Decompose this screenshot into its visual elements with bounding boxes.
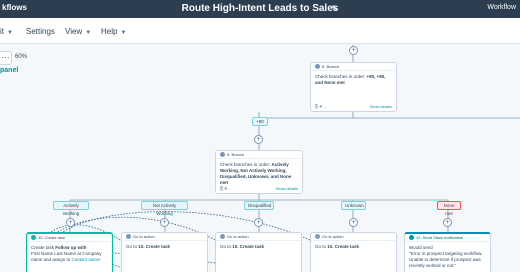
branch-tag-actively-working[interactable]: Actively Working xyxy=(53,201,89,216)
branch-tag-disqualified[interactable]: Disqualified xyxy=(244,201,274,210)
workflow-title[interactable]: Route High-Intent Leads to Sales xyxy=(0,3,520,14)
card-header: Go to action xyxy=(227,234,249,239)
card-tools-icon[interactable]: ⎘ ✥ ⋯ xyxy=(315,104,328,109)
branch-card-top[interactable]: 8. Branch Check branches in order: +90, … xyxy=(310,62,397,112)
branch-tag-none-met[interactable]: None met xyxy=(437,201,461,216)
pencil-icon[interactable]: ✎ xyxy=(331,4,338,13)
contact-owner-link[interactable]: Contact owner xyxy=(72,257,101,262)
add-action-plus-icon[interactable]: + xyxy=(254,218,263,227)
add-action-plus-icon[interactable]: + xyxy=(160,218,169,227)
branch-icon xyxy=(315,64,320,69)
show-details-link[interactable]: Show details xyxy=(369,104,392,109)
action-card-slack-notification[interactable]: 12. Send Slack notification Would send "E… xyxy=(404,232,491,272)
branch-tag-not-actively-working[interactable]: Not Actively Working xyxy=(141,201,188,216)
branch-card-mid[interactable]: 9. Branch Check branches in order: Activ… xyxy=(215,150,303,194)
chevron-down-icon: ▼ xyxy=(85,30,92,36)
action-card-go-to-1[interactable]: Go to action Go to 10. Create task xyxy=(121,232,208,272)
card-text: Check branches in order: xyxy=(220,162,272,167)
card-header: 8. Branch xyxy=(322,64,340,69)
card-text: Check branches in order: xyxy=(315,74,367,79)
card-header: 9. Branch xyxy=(227,152,245,157)
add-action-plus-icon[interactable]: + xyxy=(66,218,75,227)
topbar-right-label[interactable]: Workflow xyxy=(487,4,516,11)
add-action-plus-icon[interactable]: + xyxy=(443,218,452,227)
action-card-go-to-3[interactable]: Go to action Go to 10. Create task xyxy=(310,232,397,272)
add-action-plus-icon[interactable]: + xyxy=(349,46,358,55)
card-tools-icon[interactable]: ⎘ ✥ ⋯ xyxy=(220,186,233,191)
zoom-level[interactable]: 60% xyxy=(15,54,27,60)
card-header: Go to action xyxy=(133,234,155,239)
chevron-down-icon: ▼ xyxy=(7,30,13,36)
show-details-link[interactable]: Show details xyxy=(275,186,298,191)
branch-tag-90[interactable]: +90 xyxy=(252,117,268,126)
go-to-icon xyxy=(220,234,225,239)
branch-tag-unknown[interactable]: Unknown xyxy=(341,201,366,210)
add-action-plus-icon[interactable]: + xyxy=(254,135,263,144)
collapse-panel-button[interactable]: ⋯ xyxy=(0,51,12,65)
card-header: Go to action xyxy=(322,234,344,239)
menu-view[interactable]: View ▼ xyxy=(65,27,91,36)
add-action-plus-icon[interactable]: + xyxy=(349,218,358,227)
chevron-down-icon: ▼ xyxy=(120,30,127,36)
branch-icon xyxy=(220,152,225,157)
card-header: 10. Create task xyxy=(38,235,66,240)
task-icon xyxy=(31,235,36,240)
action-card-create-task[interactable]: 10. Create task Create task Follow up wi… xyxy=(26,232,113,272)
menu-help[interactable]: Help ▼ xyxy=(101,27,126,36)
menu-bar: it ▼ Settings View ▼ Help ▼ xyxy=(0,18,520,44)
go-to-icon xyxy=(315,234,320,239)
menu-settings[interactable]: Settings xyxy=(26,27,55,36)
slack-icon xyxy=(409,235,414,240)
card-header: 12. Send Slack notification xyxy=(416,235,464,240)
top-bar: kflows Route High-Intent Leads to Sales … xyxy=(0,0,520,18)
panel-link[interactable]: panel xyxy=(0,67,18,74)
go-to-icon xyxy=(126,234,131,239)
action-card-go-to-2[interactable]: Go to action Go to 10. Create task xyxy=(215,232,302,272)
menu-edit[interactable]: it ▼ xyxy=(0,27,13,36)
